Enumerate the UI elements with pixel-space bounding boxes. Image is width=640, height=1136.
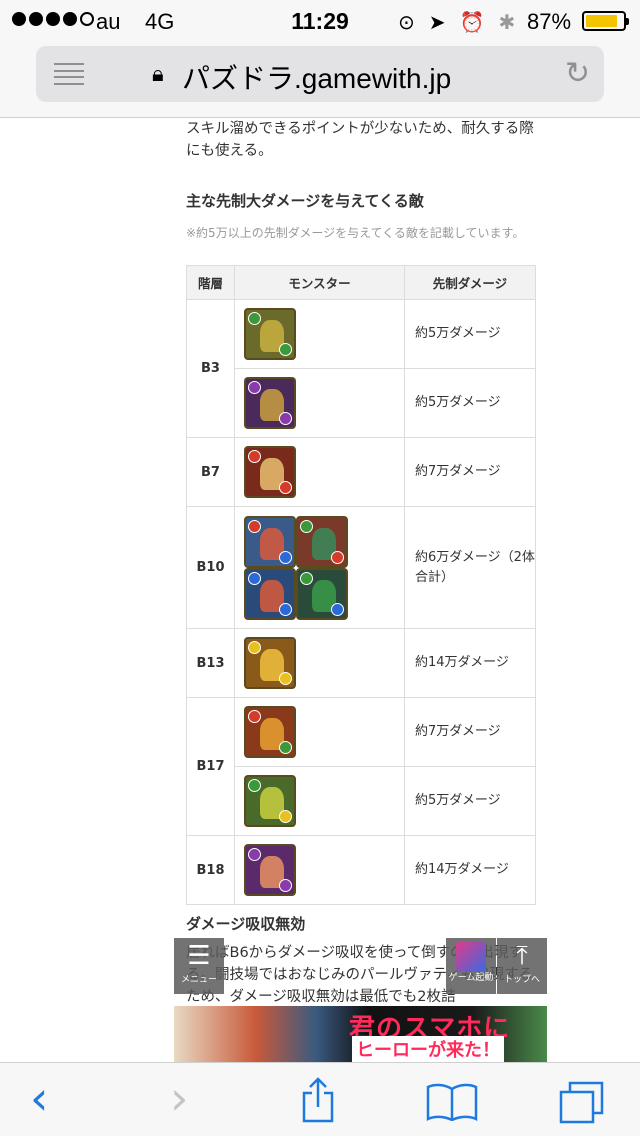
monster-icon[interactable] xyxy=(244,637,296,689)
ad-banner[interactable]: 君のスマホに ヒーローが来た！ xyxy=(174,1006,547,1062)
monster-icon[interactable] xyxy=(244,706,296,758)
monster-icon[interactable] xyxy=(244,775,296,827)
section-heading: 主な先制大ダメージを与えてくる敵 xyxy=(186,192,424,210)
hamburger-icon: ☰ xyxy=(187,941,211,971)
monster-icon[interactable] xyxy=(244,567,296,620)
column-header-monster: モンスター xyxy=(234,265,405,300)
floor-cell: B10 xyxy=(186,506,235,629)
table-row: 約5万ダメージ xyxy=(187,766,536,836)
table-row: B13 約14万ダメージ xyxy=(186,628,536,698)
damage-cell: 約14万ダメージ xyxy=(404,628,536,698)
orientation-lock-icon: ⊙ xyxy=(398,10,415,34)
monster-icon[interactable] xyxy=(244,515,296,568)
floor-cell: B17 xyxy=(186,697,235,836)
tabs-icon[interactable] xyxy=(558,1081,606,1125)
reload-icon[interactable]: ↻ xyxy=(565,56,590,91)
section-note: ※約5万以上の先制ダメージを与えてくる敵を記載しています。 xyxy=(186,226,525,240)
damage-cell: 約6万ダメージ（2体合計） xyxy=(404,506,536,629)
damage-cell: 約7万ダメージ xyxy=(404,437,536,507)
damage-cell: 約14万ダメージ xyxy=(404,835,536,905)
column-header-damage: 先制ダメージ xyxy=(404,265,536,300)
floor-cell: B13 xyxy=(186,628,235,698)
monster-cell xyxy=(234,766,405,836)
alarm-icon: ⏰ xyxy=(459,10,485,34)
monster-icon[interactable] xyxy=(244,446,296,498)
forward-icon[interactable]: › xyxy=(170,1071,188,1125)
battery-icon xyxy=(582,11,629,31)
monster-cell xyxy=(234,628,405,698)
address-bar[interactable]: 🔒︎ パズドラ.gamewith.jp ↻ xyxy=(36,46,604,102)
table-row: 約5万ダメージ xyxy=(187,368,536,438)
floor-cell: B18 xyxy=(186,835,235,905)
damage-cell: 約5万ダメージ xyxy=(404,368,536,438)
table-row: B7 約7万ダメージ xyxy=(186,437,536,507)
floor-cell: B3 xyxy=(186,299,235,438)
bookmarks-icon[interactable] xyxy=(426,1083,478,1121)
monster-cell xyxy=(234,299,405,369)
damage-cell: 約5万ダメージ xyxy=(404,766,536,836)
monster-cell xyxy=(234,437,405,507)
damage-cell: 約7万ダメージ xyxy=(404,697,536,767)
lock-icon: 🔒︎ xyxy=(152,62,164,87)
back-icon[interactable]: ‹ xyxy=(30,1071,48,1125)
article-body: スキル溜めできるポイントが少ないため、耐久する際にも使える。 主な先制大ダメージ… xyxy=(186,118,536,242)
table-row: B18 約14万ダメージ xyxy=(186,835,536,905)
monster-cell xyxy=(234,368,405,438)
intro-paragraph: スキル溜めできるポイントが少ないため、耐久する際にも使える。 xyxy=(186,121,534,159)
section-heading-absorb: ダメージ吸収無効 xyxy=(186,915,306,933)
floor-cell: B7 xyxy=(186,437,235,507)
damage-table: 階層 モンスター 先制ダメージ B3 約5万ダメージ 約5万ダメージ B7 約7… xyxy=(186,265,536,905)
scroll-top-label: トップへ xyxy=(503,975,540,985)
game-launch-button[interactable]: ゲーム起動 xyxy=(446,938,496,994)
menu-button[interactable]: ☰ メニュー xyxy=(174,938,224,994)
arrow-up-icon: ⤒ xyxy=(516,941,528,971)
damage-cell: 約5万ダメージ xyxy=(404,299,536,369)
monster-icon[interactable] xyxy=(296,515,348,568)
scroll-top-button[interactable]: ⤒ トップへ xyxy=(497,938,547,994)
status-bar: au 4G 11:29 ⊙ ➤ ⏰ ✱ 87% xyxy=(0,0,640,40)
browser-address-area: 🔒︎ パズドラ.gamewith.jp ↻ xyxy=(0,40,640,118)
table-row: B17 約7万ダメージ xyxy=(186,697,536,836)
monster-icon[interactable] xyxy=(244,377,296,429)
menu-button-label: メニュー xyxy=(180,975,217,985)
column-header-floor: 階層 xyxy=(186,265,235,300)
monster-cell xyxy=(234,506,405,629)
monster-cell xyxy=(234,697,405,767)
ad-subline: ヒーローが来た！ xyxy=(352,1036,504,1062)
game-thumbnail-icon xyxy=(456,942,486,972)
monster-icon[interactable] xyxy=(296,567,348,620)
table-row: B3 約5万ダメージ xyxy=(186,299,536,438)
table-header-row: 階層 モンスター 先制ダメージ xyxy=(186,265,536,300)
table-row: B10 約6万ダメージ（2体合計） xyxy=(186,506,536,629)
bluetooth-icon: ✱ xyxy=(498,10,516,34)
monster-cell xyxy=(234,835,405,905)
monster-icon[interactable] xyxy=(244,308,296,360)
browser-toolbar: ‹ › xyxy=(0,1062,640,1136)
monster-icon[interactable] xyxy=(244,844,296,896)
url-domain[interactable]: パズドラ.gamewith.jp xyxy=(182,57,451,97)
location-arrow-icon: ➤ xyxy=(428,10,446,34)
share-icon[interactable] xyxy=(300,1077,336,1123)
battery-percentage: 87% xyxy=(527,9,572,34)
reader-view-icon[interactable] xyxy=(54,63,84,85)
game-launch-label: ゲーム起動 xyxy=(448,973,494,983)
